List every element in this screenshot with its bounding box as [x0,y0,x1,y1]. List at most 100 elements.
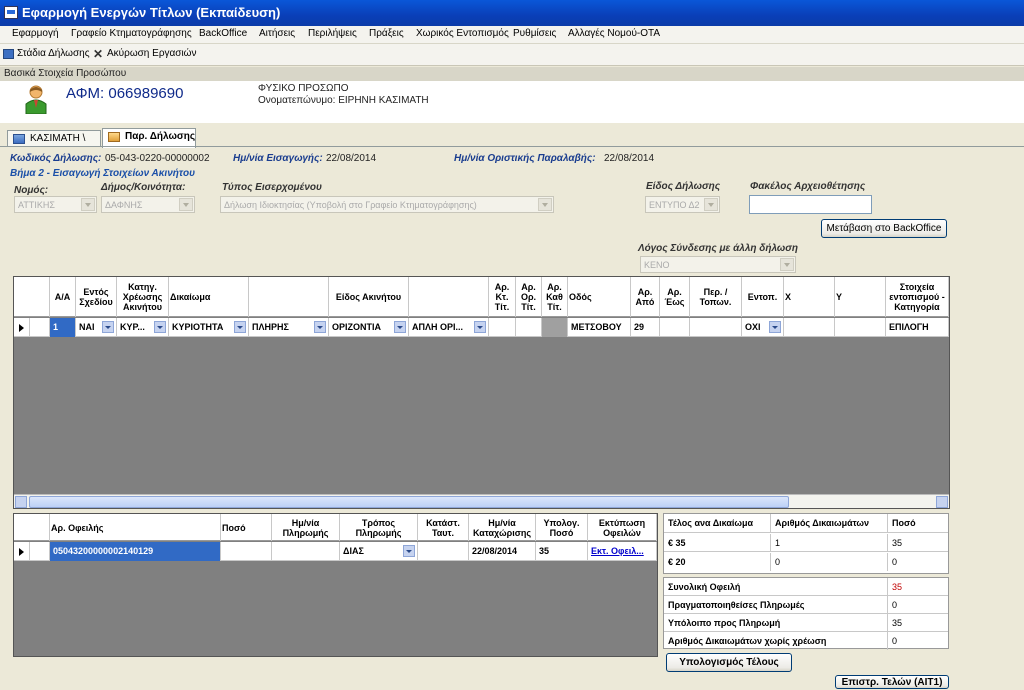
cell-ypolog[interactable]: 35 [536,542,588,561]
menu-grafeio[interactable]: Γραφείο Κτηματογράφησης [71,28,192,39]
tab-par-dilosis[interactable]: Παρ. Δήλωσης [102,128,196,148]
cell-per-topon[interactable] [690,318,742,337]
col-per-topon[interactable]: Περ. / Τοπων. [690,277,742,317]
cell-ar-kt[interactable] [489,318,516,337]
col-stoixeia[interactable]: Στοιχεία εντοπισμού - Κατηγορία [886,277,949,317]
row-selector-icon[interactable] [14,318,30,337]
debt-row[interactable]: 0504320000000214​0129 ΔΙΑΣ 22/08/2014 35… [14,542,657,561]
chevron-down-icon[interactable] [474,321,486,333]
menu-xorikos[interactable]: Χωρικός Εντοπισμός [416,28,509,39]
row-selector-icon[interactable] [14,542,30,561]
property-row[interactable]: 1 ΝΑΙ ΚΥΡ... ΚΥΡΙΟΤΗΤΑ ΠΛΗΡΗΣ ΟΡΙΖΟΝΤΙΑ … [14,318,949,337]
return-fees-button[interactable]: Επιστρ. Τελών (ΑΙΤ1) [835,675,949,689]
fees-table: Τέλος ανα Δικαίωμα Αριθμός Δικαιωμάτων Π… [663,513,949,574]
cell-ar-apo[interactable]: 29 [631,318,660,337]
summary-row: Συνολική Οφειλή 35 [664,578,948,596]
cell-katig-value: ΚΥΡ... [120,322,145,332]
chevron-down-icon[interactable] [394,321,406,333]
menu-perilipseis[interactable]: Περιλήψεις [308,28,357,39]
dimos-select[interactable]: ΔΑΦΝΗΣ [101,196,195,213]
col-katig-xreosis[interactable]: Κατηγ. Χρέωσης Ακινήτου [117,277,169,317]
scroll-right-icon[interactable] [936,496,948,508]
cell-hm-pliromis[interactable] [272,542,340,561]
col-ektyposi[interactable]: Εκτύπωση Οφειλών [588,514,657,541]
cell-stoixeia[interactable]: ΕΠΙΛΟΓΗ [886,318,949,337]
tab-icon [108,132,120,142]
cell-eidos[interactable]: ΟΡΙΖΟΝΤΙΑ [329,318,409,337]
col-y[interactable]: Y [835,277,886,317]
col-aa[interactable]: Α/Α [50,277,76,317]
col-ar-apo[interactable]: Αρ. Από [631,277,660,317]
cell-aa[interactable]: 1 [50,318,76,337]
nomos-label: Νομός: [14,185,49,196]
nomos-select[interactable]: ΑΤΤΙΚΗΣ [14,196,97,213]
calculate-fee-button[interactable]: Υπολογισμός Τέλους [666,653,792,672]
col-odos[interactable]: Οδός [568,277,631,317]
cell-entos[interactable]: ΝΑΙ [76,318,117,337]
fakelos-input[interactable] [749,195,872,214]
cell-x[interactable] [784,318,835,337]
cell-dikaioma[interactable]: ΚΥΡΙΟΤΗΤΑ [169,318,249,337]
fee-total: 0 [892,557,898,567]
col-ar-ofeilis[interactable]: Αρ. Οφειλής [50,514,221,541]
property-grid[interactable]: Α/Α Εντός Σχεδίου Κατηγ. Χρέωσης Ακινήτο… [13,276,950,509]
col-ar-eos[interactable]: Αρ. Έως [660,277,690,317]
cell-katast[interactable] [418,542,469,561]
col-hm-pliromis[interactable]: Ημ/νία Πληρωμής [272,514,340,541]
col-katast-taut[interactable]: Κατάστ. Ταυτ. [418,514,469,541]
tab-kasimati[interactable]: ΚΑΣΙΜΑΤΗ \ [7,130,101,147]
cell-odos[interactable]: ΜΕΤΣΟΒΟΥ [568,318,631,337]
col-hm-kataxorisis[interactable]: Ημ/νία Καταχώρισης [469,514,536,541]
eiserx-select[interactable]: Δήλωση Ιδιοκτησίας (Υποβολή στο Γραφείο … [220,196,554,213]
menu-aitiseis[interactable]: Αιτήσεις [259,28,295,39]
col-ar-or[interactable]: Αρ. Ορ. Τίτ. [516,277,542,317]
eidos-select[interactable]: ΕΝΤΥΠΟ Δ2 [645,196,720,213]
dimos-value: ΔΑΦΝΗΣ [105,200,143,210]
col-ar-kt[interactable]: Αρ. Κτ. Τίτ. [489,277,516,317]
menu-efarmogi[interactable]: Εφαρμογή [12,28,59,39]
menu-backoffice[interactable]: BackOffice [199,28,247,39]
col-entop[interactable]: Εντοπ. [742,277,784,317]
chevron-down-icon[interactable] [403,545,415,557]
logos-select[interactable]: ΚΕΝΟ [640,256,796,273]
col-poso[interactable]: Ποσό [221,514,272,541]
cancel-tasks-button[interactable]: ✕ Ακύρωση Εργασιών [93,48,197,60]
cell-ar-ofeilis[interactable]: 0504320000000214​0129 [50,542,221,561]
chevron-down-icon[interactable] [234,321,246,333]
menu-allages[interactable]: Αλλαγές Νομού-ΟΤΑ [568,28,660,39]
chevron-down-icon[interactable] [314,321,326,333]
cell-katig[interactable]: ΚΥΡ... [117,318,169,337]
col-ar-kath[interactable]: Αρ. Καθ Τίτ. [542,277,568,317]
cell-ar-eos[interactable] [660,318,690,337]
cell-hm-kataxorisis[interactable]: 22/08/2014 [469,542,536,561]
print-debts-link[interactable]: Εκτ. Οφειλ... [588,542,657,561]
cell-ar-or[interactable] [516,318,542,337]
col-ypolog-poso[interactable]: Υπολογ. Ποσό [536,514,588,541]
cell-y[interactable] [835,318,886,337]
scroll-left-icon[interactable] [15,496,27,508]
scroll-thumb[interactable] [29,496,789,508]
stages-button[interactable]: Στάδια Δήλωσης [3,48,90,59]
backoffice-button[interactable]: Μετάβαση στο BackOffice [821,219,947,238]
chevron-down-icon[interactable] [102,321,114,333]
cell-poso[interactable] [221,542,272,561]
menu-praxeis[interactable]: Πράξεις [369,28,404,39]
col-dikaioma-extra[interactable] [249,277,329,317]
chevron-down-icon[interactable] [154,321,166,333]
cell-apli[interactable]: ΑΠΛΗ ΟΡΙ... [409,318,489,337]
cell-tropos[interactable]: ΔΙΑΣ [340,542,418,561]
cell-ar-kath[interactable] [542,318,568,337]
col-tropos-pliromis[interactable]: Τρόπος Πληρωμής [340,514,418,541]
cell-pliris[interactable]: ΠΛΗΡΗΣ [249,318,329,337]
cell-entop[interactable]: ΟΧΙ [742,318,784,337]
col-eidos-extra[interactable] [409,277,489,317]
col-entos-sxediou[interactable]: Εντός Σχεδίου [76,277,117,317]
horizontal-scrollbar[interactable] [14,494,949,508]
menu-rythmiseis[interactable]: Ρυθμίσεις [513,28,556,39]
debt-grid[interactable]: Αρ. Οφειλής Ποσό Ημ/νία Πληρωμής Τρόπος … [13,513,658,657]
col-dikaioma[interactable]: Δικαίωμα [169,277,249,317]
col-x[interactable]: X [784,277,835,317]
chevron-down-icon[interactable] [769,321,781,333]
logos-value: ΚΕΝΟ [644,260,670,270]
col-eidos-akinitou[interactable]: Είδος Ακινήτου [329,277,409,317]
